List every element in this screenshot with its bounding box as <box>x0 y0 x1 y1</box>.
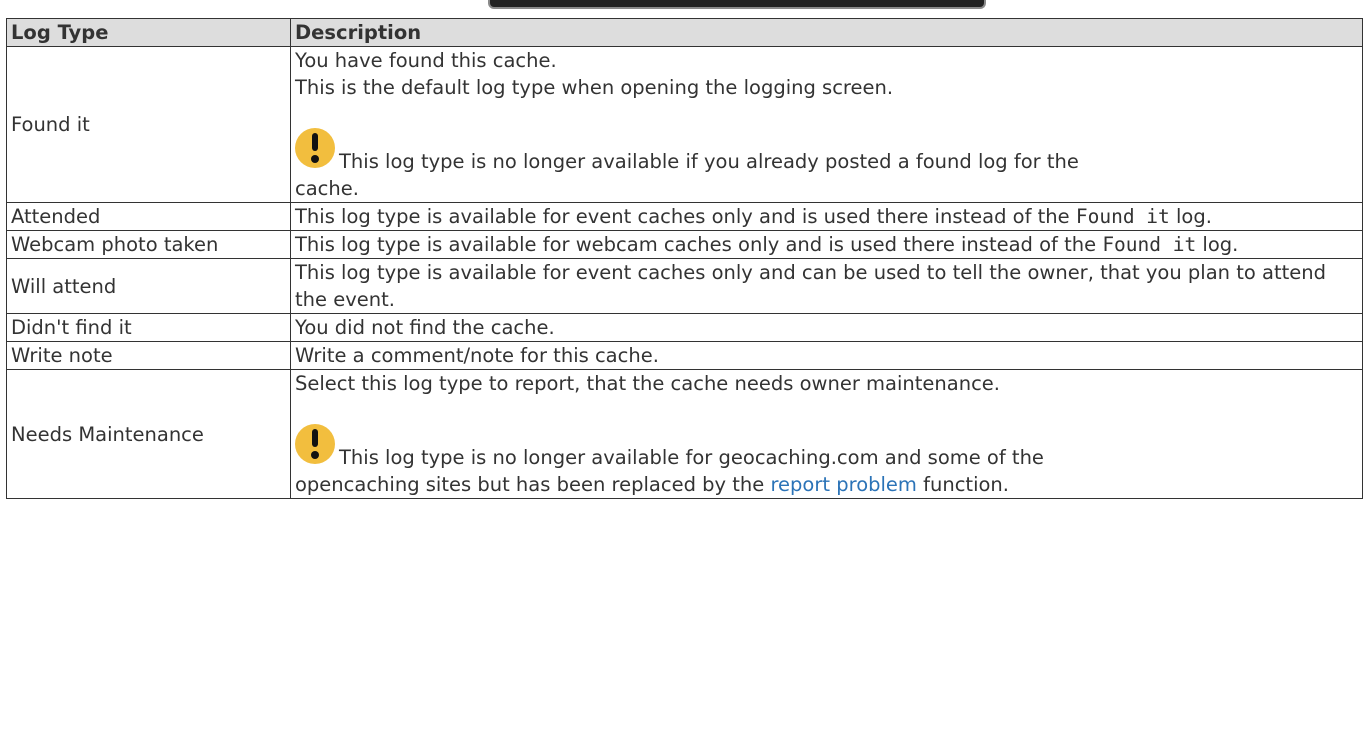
description-line: You have found this cache. <box>295 49 557 72</box>
header-log-type: Log Type <box>6 18 291 47</box>
log-type-cell: Will attend <box>6 258 291 314</box>
description-text: This log type is available for webcam ca… <box>295 233 1103 256</box>
note-line-continued: cache. <box>295 177 359 200</box>
table-row: Will attend This log type is available f… <box>6 258 1363 314</box>
code-found-it: Found it <box>1075 205 1170 228</box>
exclamation-icon <box>295 424 335 464</box>
note-line-continued: opencaching sites but has been replaced … <box>295 471 1358 498</box>
exclamation-icon <box>295 128 335 168</box>
description-cell: This log type is available for webcam ca… <box>290 230 1363 259</box>
paragraph-spacer <box>295 397 1358 424</box>
description-cell: You did not find the cache. <box>290 313 1363 342</box>
note-line: This log type is no longer available if … <box>295 128 1358 175</box>
table-row: Didn't find it You did not find the cach… <box>6 313 1363 342</box>
log-type-cell: Didn't find it <box>6 313 291 342</box>
description-cell: This log type is available for event cac… <box>290 258 1363 314</box>
table-header-row: Log Type Description <box>6 18 1363 47</box>
description-text: This log type is available for event cac… <box>295 205 1076 228</box>
log-type-cell: Write note <box>6 341 291 370</box>
screenshot-image-bottom-edge <box>488 0 986 9</box>
description-line: Select this log type to report, that the… <box>295 372 1000 395</box>
log-type-cell: Found it <box>6 46 291 203</box>
report-problem-link[interactable]: report problem <box>770 473 916 496</box>
header-description: Description <box>290 18 1363 47</box>
description-cell: You have found this cache. This is the d… <box>290 46 1363 203</box>
note-text: This log type is no longer available for… <box>339 446 1044 469</box>
description-cell: This log type is available for event cac… <box>290 202 1363 231</box>
code-found-it: Found it <box>1102 233 1197 256</box>
description-cell: Select this log type to report, that the… <box>290 369 1363 499</box>
log-types-table: Log Type Description Found it You have f… <box>6 18 1363 499</box>
description-line: This is the default log type when openin… <box>295 76 894 99</box>
description-cell: Write a comment/note for this cache. <box>290 341 1363 370</box>
description-text-end: log. <box>1169 205 1212 228</box>
table-row: Found it You have found this cache. This… <box>6 46 1363 203</box>
table-row: Needs Maintenance Select this log type t… <box>6 369 1363 499</box>
note-text-end: function. <box>916 473 1009 496</box>
description-text-end: log. <box>1196 233 1239 256</box>
table-row: Webcam photo taken This log type is avai… <box>6 230 1363 259</box>
log-type-cell: Webcam photo taken <box>6 230 291 259</box>
paragraph-spacer <box>295 101 1358 128</box>
log-type-cell: Needs Maintenance <box>6 369 291 499</box>
note-text: This log type is no longer available if … <box>339 150 1079 173</box>
table-row: Write note Write a comment/note for this… <box>6 341 1363 370</box>
table-row: Attended This log type is available for … <box>6 202 1363 231</box>
note-text: opencaching sites but has been replaced … <box>295 473 771 496</box>
log-type-cell: Attended <box>6 202 291 231</box>
note-line: This log type is no longer available for… <box>295 424 1358 471</box>
